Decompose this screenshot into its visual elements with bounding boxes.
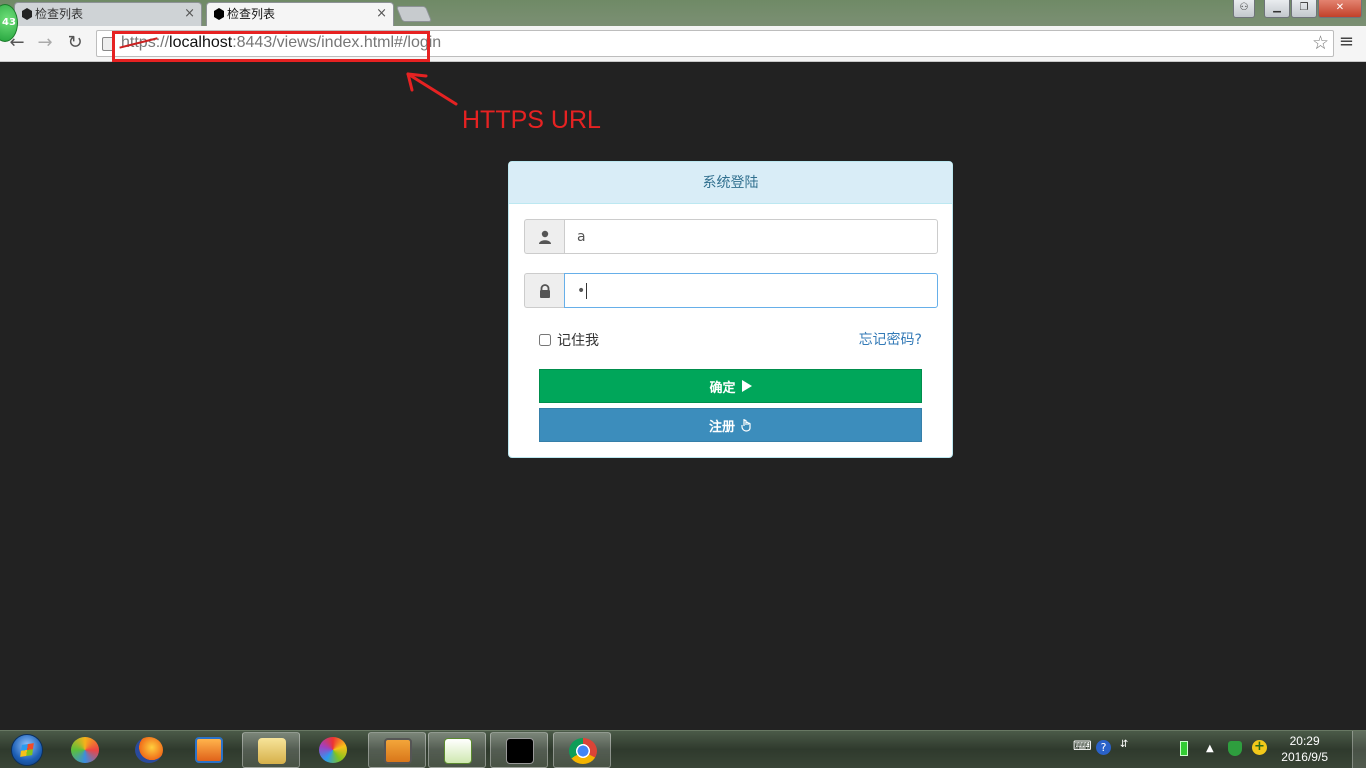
show-desktop-button[interactable]: [1352, 731, 1366, 768]
tab-active[interactable]: 检查列表 ×: [206, 2, 394, 26]
new-tab-button[interactable]: [395, 6, 433, 22]
minimize-button[interactable]: ▁: [1264, 0, 1290, 18]
windows-taskbar: ⌨ ? ⇵ ▲ + 20:29 2016/9/5: [0, 730, 1366, 768]
clock-time: 20:29: [1289, 734, 1320, 748]
hexagon-favicon-icon: [214, 8, 224, 20]
clock-date: 2016/9/5: [1281, 750, 1328, 764]
sublime-text-icon: [384, 738, 412, 764]
username-input[interactable]: [564, 219, 938, 254]
security-shield-icon[interactable]: [1228, 741, 1242, 756]
password-input[interactable]: •: [564, 273, 938, 308]
taskbar-app-sublime[interactable]: [368, 732, 426, 768]
media-center-icon: [71, 737, 99, 763]
tab-strip: 检查列表 × 检查列表 ×: [0, 0, 1366, 26]
keyboard-icon[interactable]: ⌨: [1073, 739, 1092, 754]
notepad-icon: [444, 738, 472, 764]
user-icon: [524, 219, 564, 254]
forgot-password-link[interactable]: 忘记密码?: [859, 329, 922, 349]
windows-logo-icon: [11, 734, 43, 766]
register-label: 注册: [708, 419, 735, 435]
forward-arrow-icon[interactable]: →: [34, 32, 56, 54]
tab-close-icon[interactable]: ×: [376, 3, 387, 25]
close-window-button[interactable]: ✕: [1318, 0, 1362, 18]
text-caret: [586, 282, 588, 299]
register-button[interactable]: 注册: [539, 408, 922, 442]
confirm-button[interactable]: 确定: [539, 369, 922, 403]
remember-checkbox[interactable]: [539, 334, 551, 346]
firefox-icon: [135, 737, 163, 763]
tab-close-icon[interactable]: ×: [184, 3, 195, 25]
start-button[interactable]: [4, 732, 50, 768]
username-group: [524, 219, 938, 254]
taskbar-app-media-center[interactable]: [56, 732, 114, 768]
remember-label: 记住我: [557, 333, 599, 349]
tab-title: 检查列表: [227, 7, 276, 21]
login-panel: 系统登陆 • 记住我 忘记密码? 确定 注册: [508, 161, 953, 458]
taskbar-app-colorful[interactable]: [304, 732, 362, 768]
plus-tray-icon[interactable]: +: [1252, 740, 1267, 755]
taskbar-app-media-player[interactable]: [180, 732, 238, 768]
annotation-label: HTTPS URL: [462, 106, 601, 134]
folder-icon: [258, 738, 286, 764]
window-controls: ⚇ ▁ ❐ ✕: [1232, 0, 1362, 20]
media-player-icon: [195, 737, 223, 763]
annotation-highlight-box: [112, 31, 430, 62]
lock-icon: [524, 273, 564, 308]
show-hidden-icons-arrow[interactable]: ▲: [1206, 743, 1214, 754]
taskbar-app-chrome[interactable]: [553, 732, 611, 768]
password-mask: •: [577, 282, 586, 299]
restore-arrows-icon[interactable]: ⇵: [1120, 739, 1128, 750]
remember-me[interactable]: 记住我: [539, 330, 599, 350]
system-clock[interactable]: 20:29 2016/9/5: [1281, 733, 1328, 765]
taskbar-app-firefox[interactable]: [120, 732, 178, 768]
annotation-arrow-icon: [406, 72, 458, 106]
badge-count: 43: [2, 17, 16, 28]
maximize-button[interactable]: ❐: [1291, 0, 1317, 18]
bookmark-star-icon[interactable]: ☆: [1312, 32, 1329, 54]
chrome-icon: [569, 738, 597, 764]
pointing-hand-icon: [741, 419, 751, 432]
colorful-app-icon: [319, 737, 347, 763]
hamburger-menu-icon[interactable]: ≡: [1339, 32, 1354, 52]
login-heading: 系统登陆: [509, 162, 952, 204]
taskbar-app-notepad[interactable]: [428, 732, 486, 768]
tab-title: 检查列表: [35, 7, 84, 21]
hexagon-favicon-icon: [22, 8, 32, 20]
reload-icon[interactable]: ↻: [64, 32, 86, 54]
play-icon: [741, 380, 752, 392]
tab-inactive[interactable]: 检查列表 ×: [14, 2, 202, 26]
taskbar-app-explorer[interactable]: [242, 732, 300, 768]
help-icon[interactable]: ?: [1096, 740, 1111, 755]
command-prompt-icon: [506, 738, 534, 764]
battery-icon[interactable]: [1180, 741, 1188, 756]
password-group: •: [524, 273, 938, 308]
profile-icon[interactable]: ⚇: [1233, 0, 1255, 18]
confirm-label: 确定: [709, 380, 736, 396]
taskbar-app-cmd[interactable]: [490, 732, 548, 768]
